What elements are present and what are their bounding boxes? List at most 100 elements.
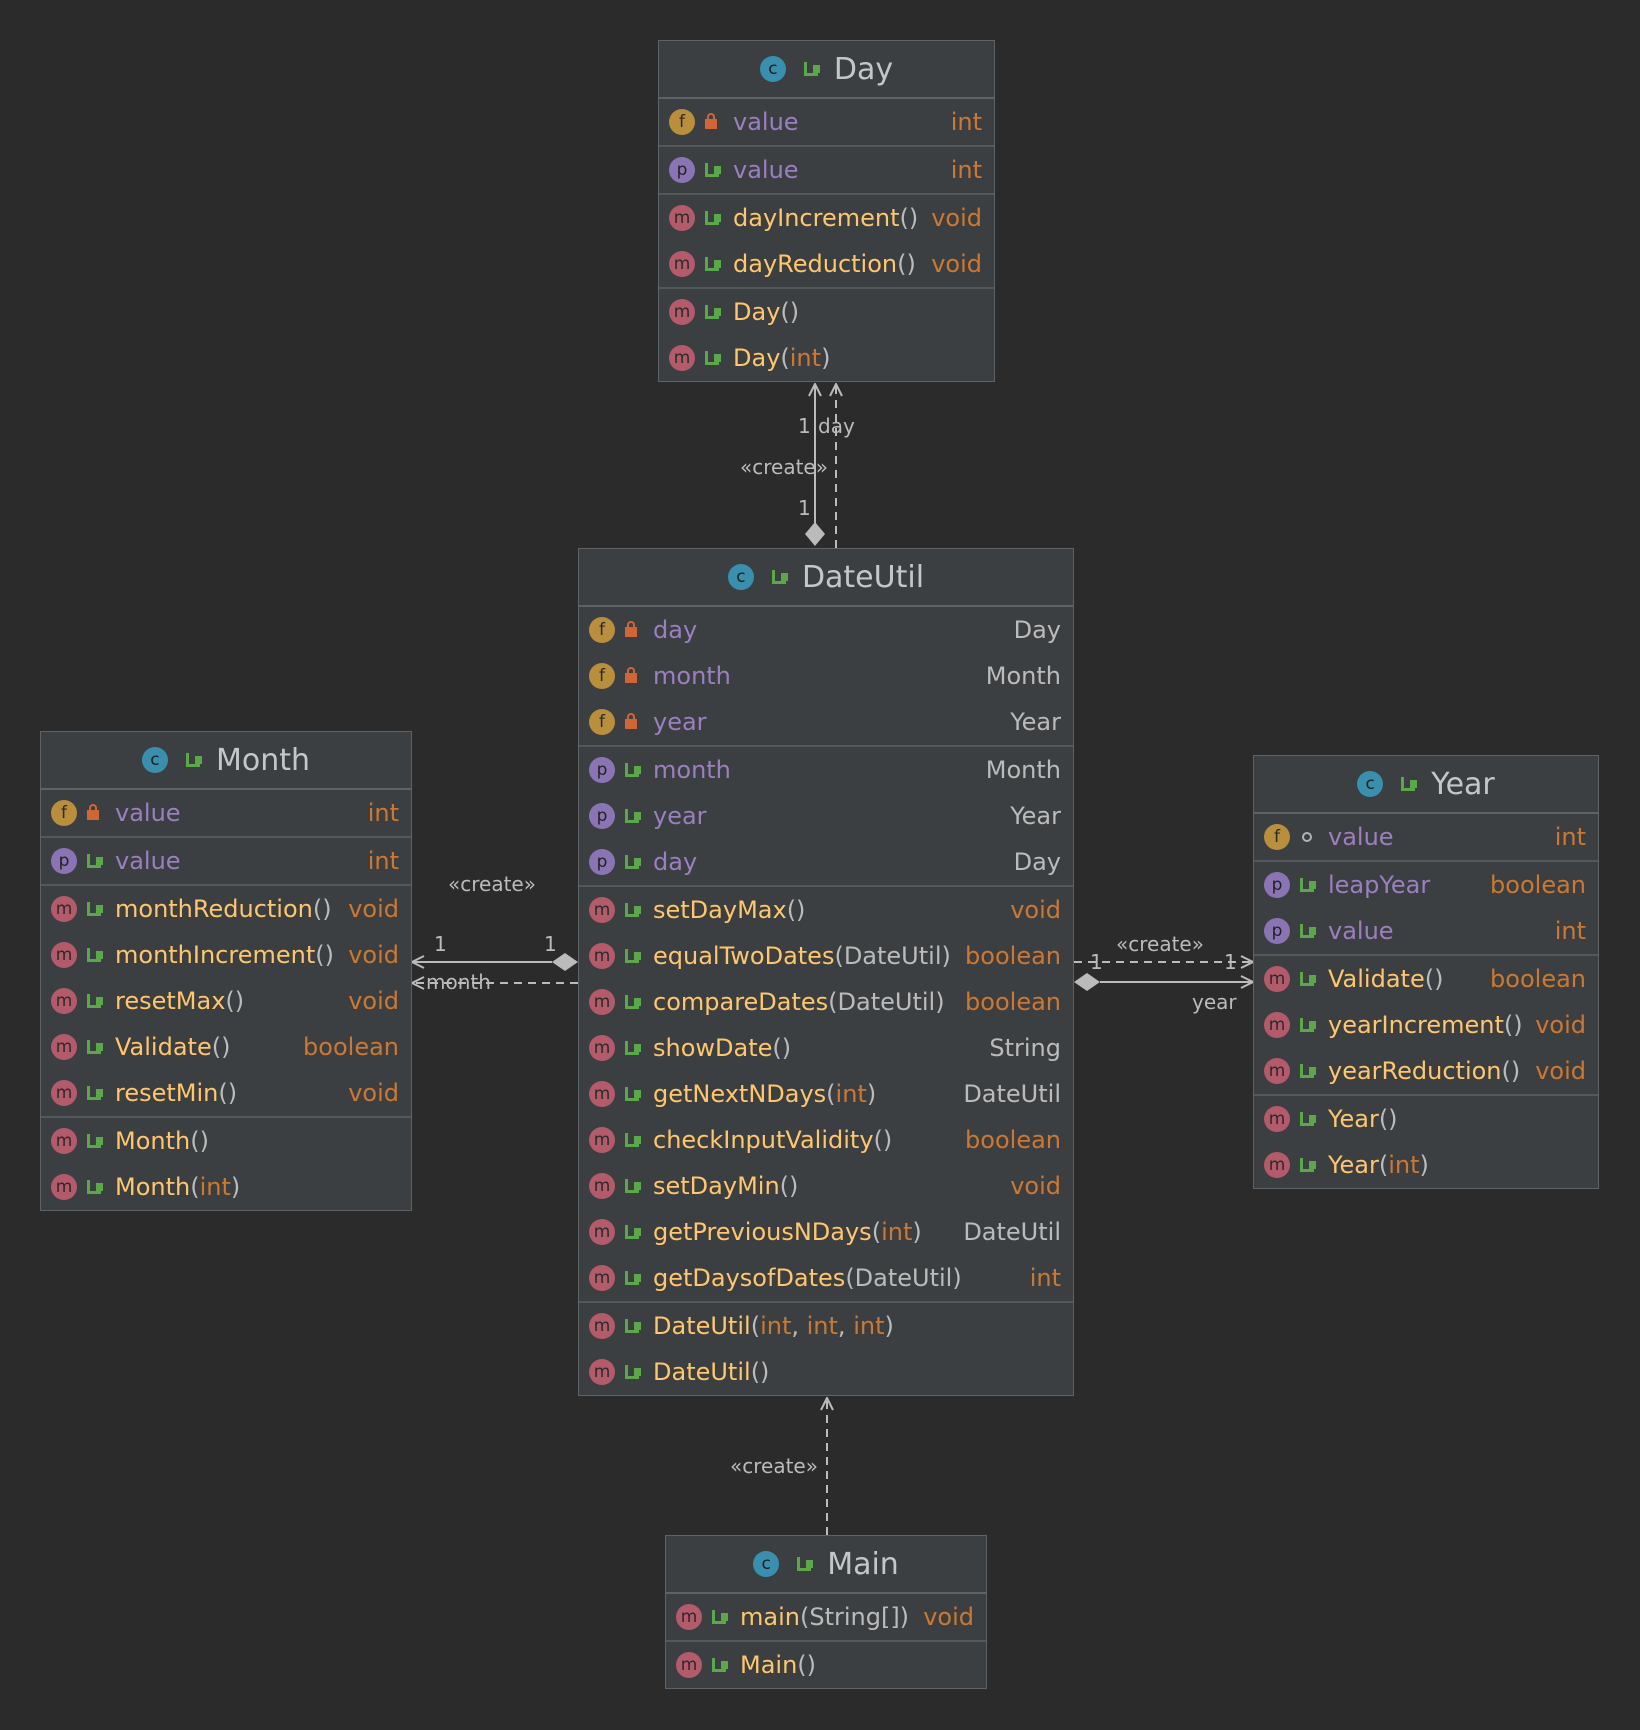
property-row[interactable]: p value int xyxy=(659,147,994,193)
class-day[interactable]: c Day f value int p value int m dayIncrement() voi… xyxy=(658,40,995,382)
member-section: p value int xyxy=(41,838,411,886)
method-icon: m xyxy=(669,205,695,231)
member-params: () xyxy=(897,250,916,278)
member-name: value xyxy=(115,799,181,827)
member-type: void xyxy=(931,250,982,278)
method-icon: m xyxy=(589,1219,615,1245)
method-row[interactable]: m getDaysofDates (DateUtil) int xyxy=(579,1255,1073,1301)
member-params: (DateUtil) xyxy=(845,1264,962,1292)
method-row[interactable]: m Day() xyxy=(659,289,994,335)
member-type: String xyxy=(989,1034,1061,1062)
method-row[interactable]: m setDayMin() void xyxy=(579,1163,1073,1209)
method-row[interactable]: m equalTwoDates (DateUtil) boolean xyxy=(579,933,1073,979)
member-section: m Year() m Year (int) xyxy=(1254,1096,1598,1188)
method-icon: m xyxy=(669,251,695,277)
method-row[interactable]: m Year() xyxy=(1254,1096,1598,1142)
member-type: int xyxy=(367,847,399,875)
member-params: () xyxy=(225,987,245,1015)
method-icon: m xyxy=(589,1173,615,1199)
member-params: () xyxy=(779,1172,799,1200)
method-row[interactable]: m monthIncrement () void xyxy=(41,932,411,978)
member-section: f value int xyxy=(1254,814,1598,862)
method-row[interactable]: m getPreviousNDays (int) DateUtil xyxy=(579,1209,1073,1255)
property-icon: p xyxy=(1264,918,1290,944)
member-section: f day Day f month Month f year Year xyxy=(579,607,1073,747)
method-row[interactable]: m compareDates (DateUtil) boolean xyxy=(579,979,1073,1025)
package-visibility-icon xyxy=(1300,830,1314,844)
method-icon: m xyxy=(676,1604,702,1630)
method-row[interactable]: m main (String[]) void xyxy=(666,1594,986,1640)
property-row[interactable]: p month Month xyxy=(579,747,1073,793)
method-row[interactable]: m yearIncrement () void xyxy=(1254,1002,1598,1048)
method-icon: m xyxy=(1264,1012,1290,1038)
public-visibility-icon xyxy=(87,1180,103,1194)
property-icon: p xyxy=(589,803,615,829)
member-params: () xyxy=(1378,1105,1398,1133)
member-section: f value int xyxy=(659,99,994,147)
method-row[interactable]: m getNextNDays (int) DateUtil xyxy=(579,1071,1073,1117)
method-row[interactable]: m Month() xyxy=(41,1118,411,1164)
method-row[interactable]: m showDate() String xyxy=(579,1025,1073,1071)
method-row[interactable]: m yearReduction () void xyxy=(1254,1048,1598,1094)
member-params: () xyxy=(780,298,800,326)
method-row[interactable]: m Day (int) xyxy=(659,335,994,381)
public-visibility-icon xyxy=(87,1134,103,1148)
public-visibility-icon xyxy=(625,1319,641,1333)
method-row[interactable]: m Validate () boolean xyxy=(41,1024,411,1070)
member-params: () xyxy=(1501,1057,1521,1085)
class-header[interactable]: c Month xyxy=(41,732,411,790)
method-row[interactable]: m monthReduction () void xyxy=(41,886,411,932)
class-main[interactable]: c Main m main (String[]) void m Main() xyxy=(665,1535,987,1689)
method-row[interactable]: m resetMin () void xyxy=(41,1070,411,1116)
class-name: Year xyxy=(1431,766,1495,802)
method-row[interactable]: m resetMax () void xyxy=(41,978,411,1024)
member-params: (DateUtil) xyxy=(834,942,951,970)
year-create-label: «create» xyxy=(1116,932,1204,956)
member-params: () xyxy=(772,1034,792,1062)
field-row[interactable]: f month Month xyxy=(579,653,1073,699)
class-header[interactable]: c DateUtil xyxy=(579,549,1073,607)
property-row[interactable]: p value int xyxy=(41,838,411,884)
method-row[interactable]: m setDayMax() void xyxy=(579,887,1073,933)
member-name: yearIncrement xyxy=(1328,1011,1504,1039)
property-row[interactable]: p day Day xyxy=(579,839,1073,885)
class-header[interactable]: c Year xyxy=(1254,756,1598,814)
class-header[interactable]: c Day xyxy=(659,41,994,99)
class-dateutil[interactable]: c DateUtil f day Day f month Month f year Year p mon… xyxy=(578,548,1074,1396)
method-icon: m xyxy=(1264,966,1290,992)
property-row[interactable]: p year Year xyxy=(579,793,1073,839)
method-icon: m xyxy=(669,299,695,325)
member-params: () xyxy=(315,941,334,969)
member-params: (int) xyxy=(1378,1151,1429,1179)
member-params: (int) xyxy=(190,1173,241,1201)
method-row[interactable]: m Year (int) xyxy=(1254,1142,1598,1188)
class-year[interactable]: c Year f value int p leapYear boolean p value int m… xyxy=(1253,755,1599,1189)
member-params: () xyxy=(786,896,806,924)
year-composition-diamond xyxy=(1074,973,1100,991)
field-row[interactable]: f value int xyxy=(659,99,994,145)
field-row[interactable]: f value int xyxy=(41,790,411,836)
member-type: boolean xyxy=(303,1033,399,1061)
public-visibility-icon xyxy=(625,1041,641,1055)
method-row[interactable]: m dayReduction () void xyxy=(659,241,994,287)
field-row[interactable]: f year Year xyxy=(579,699,1073,745)
method-row[interactable]: m dayIncrement() void xyxy=(659,195,994,241)
method-row[interactable]: m DateUtil() xyxy=(579,1349,1073,1395)
property-row[interactable]: p leapYear boolean xyxy=(1254,862,1598,908)
method-row[interactable]: m Validate () boolean xyxy=(1254,956,1598,1002)
member-name: showDate xyxy=(653,1034,773,1062)
method-row[interactable]: m Month (int) xyxy=(41,1164,411,1210)
field-row[interactable]: f value int xyxy=(1254,814,1598,860)
day-composition-diamond xyxy=(805,522,825,546)
member-name: getNextNDays xyxy=(653,1080,827,1108)
method-row[interactable]: m Main() xyxy=(666,1642,986,1688)
class-month[interactable]: c Month f value int p value int m monthReduction … xyxy=(40,731,412,1211)
public-visibility-icon xyxy=(625,1133,641,1147)
property-row[interactable]: p value int xyxy=(1254,908,1598,954)
public-visibility-icon xyxy=(712,1610,728,1624)
field-row[interactable]: f day Day xyxy=(579,607,1073,653)
private-lock-icon xyxy=(625,667,639,683)
method-row[interactable]: m checkInputValidity () boolean xyxy=(579,1117,1073,1163)
class-header[interactable]: c Main xyxy=(666,1536,986,1594)
method-row[interactable]: m DateUtil (int, int, int) xyxy=(579,1303,1073,1349)
